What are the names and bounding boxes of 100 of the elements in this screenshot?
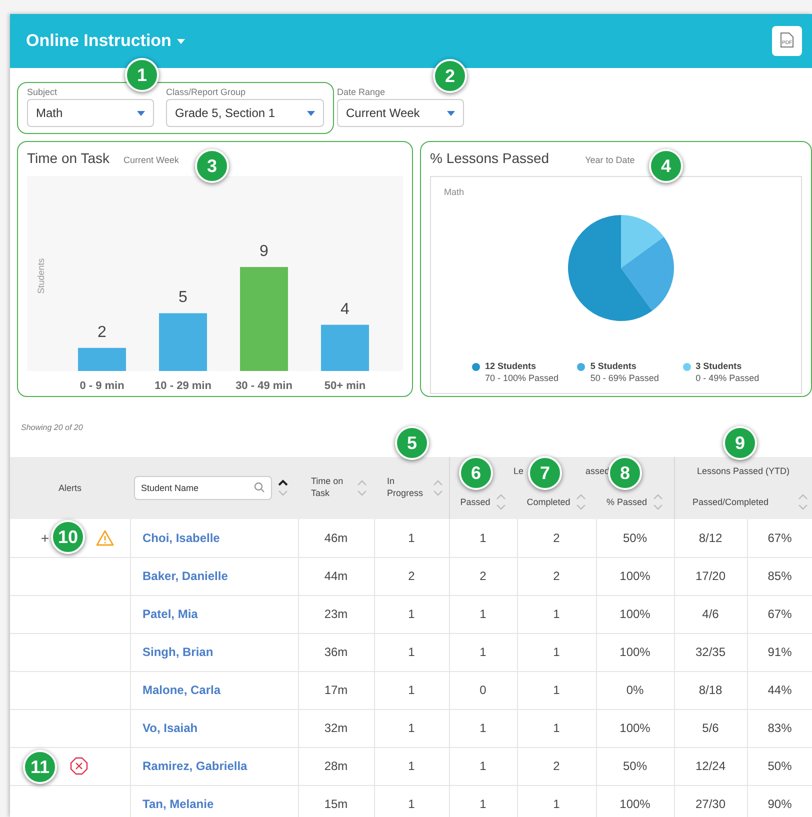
- table-cell: 46m: [324, 530, 348, 545]
- table-cell: 90%: [768, 797, 792, 811]
- table-cell: 91%: [768, 645, 792, 659]
- table-cell: 2: [480, 569, 486, 583]
- search-field[interactable]: Student Name: [134, 476, 272, 500]
- table-cell: 36m: [324, 645, 348, 659]
- table-cell: 85%: [768, 569, 792, 583]
- student-link[interactable]: Patel, Mia: [142, 607, 198, 621]
- sort-icon[interactable]: [278, 479, 288, 497]
- card-title: Time on Task: [27, 150, 110, 166]
- table-cell: 17m: [324, 683, 348, 697]
- category-label: 0 - 9 min: [80, 380, 124, 392]
- table-cell: 44m: [324, 569, 348, 583]
- bar: [159, 313, 207, 371]
- table-cell: 50%: [768, 759, 792, 773]
- table-cell: 1: [480, 530, 486, 545]
- table-cell: 67%: [768, 530, 792, 545]
- table-cell: 1: [480, 607, 486, 621]
- table-cell: 0%: [626, 683, 644, 697]
- bar-value: 9: [260, 243, 268, 260]
- table-cell: 1: [553, 607, 560, 621]
- bar-value: 4: [340, 300, 350, 318]
- search-icon[interactable]: [254, 482, 265, 493]
- group-header: Le: [513, 466, 524, 476]
- caret-icon[interactable]: [177, 38, 186, 44]
- column-header: Passed: [460, 497, 490, 507]
- table-cell: 1: [408, 683, 415, 697]
- table-cell: 1: [408, 721, 415, 735]
- table-cell: 1: [480, 721, 486, 735]
- group-header: Lessons Passed (YTD): [697, 466, 790, 476]
- legend-range: 70 - 100% Passed: [485, 373, 559, 383]
- student-link[interactable]: Choi, Isabelle: [142, 530, 220, 545]
- table-cell: 50%: [622, 759, 648, 773]
- student-link[interactable]: Ramirez, Gabriella: [142, 759, 248, 773]
- table-cell: 8/12: [698, 530, 722, 545]
- table-cell: 1: [408, 797, 415, 811]
- result-count: Showing 20 of 20: [21, 423, 83, 432]
- filter-label: Date Range: [337, 87, 386, 97]
- error-icon[interactable]: [70, 757, 88, 775]
- bar: [321, 324, 369, 371]
- table-cell: 2: [553, 569, 560, 583]
- table-cell: 27/30: [696, 797, 726, 811]
- table-cell: 23m: [324, 607, 348, 621]
- table-cell: 1: [553, 645, 560, 659]
- table-cell: 50%: [622, 530, 648, 545]
- table-cell: 28m: [324, 759, 348, 773]
- table-cell: 12/24: [696, 759, 726, 773]
- table-cell: 2: [553, 759, 560, 773]
- table-cell: 4/6: [702, 607, 719, 621]
- category-label: 10 - 29 min: [154, 380, 212, 392]
- table-cell: 100%: [620, 645, 650, 659]
- table-cell: 15m: [324, 797, 348, 811]
- table-cell: 32m: [324, 721, 348, 735]
- student-link[interactable]: Tan, Melanie: [142, 797, 214, 811]
- table-cell: 1: [408, 645, 415, 659]
- table-cell: 8/18: [698, 683, 722, 697]
- table-cell: 1: [553, 797, 560, 811]
- legend-range: 0 - 49% Passed: [696, 373, 760, 383]
- expand-button[interactable]: +: [40, 530, 50, 546]
- table-cell: 0: [480, 683, 486, 697]
- table-cell: 32/35: [696, 645, 726, 659]
- dropdown[interactable]: Math: [27, 99, 154, 127]
- legend-range: 50 - 69% Passed: [590, 373, 659, 383]
- column-header: Completed: [526, 497, 570, 507]
- table-cell: 2: [408, 569, 415, 583]
- caret-icon: [137, 110, 145, 116]
- filter-label: Class/Report Group: [166, 87, 247, 97]
- category-label: 50+ min: [324, 380, 366, 392]
- student-link[interactable]: Singh, Brian: [142, 645, 214, 659]
- table-cell: 5/6: [702, 721, 719, 735]
- table-cell: 1: [480, 797, 486, 811]
- caret-icon: [307, 110, 315, 116]
- table-cell: 44%: [768, 683, 792, 697]
- bar-value: 5: [178, 289, 188, 306]
- card-subtitle: Year to Date: [585, 155, 635, 165]
- caret-icon: [447, 110, 455, 116]
- table-cell: 67%: [768, 607, 792, 621]
- table-cell: 2: [553, 530, 560, 545]
- dropdown[interactable]: Current Week: [337, 99, 464, 127]
- student-link[interactable]: Vo, Isaiah: [142, 721, 198, 735]
- category-label: 30 - 49 min: [236, 380, 292, 392]
- card-title: % Lessons Passed: [430, 150, 550, 166]
- bar: [78, 348, 126, 371]
- table-cell: 1: [408, 530, 415, 545]
- table-cell: 100%: [620, 721, 650, 735]
- bar-value: 2: [98, 324, 106, 341]
- student-link[interactable]: Malone, Carla: [142, 683, 221, 697]
- table-cell: 1: [480, 645, 486, 659]
- filter-label: Subject: [27, 87, 58, 97]
- student-link[interactable]: Baker, Danielle: [142, 569, 228, 583]
- axis-label: Students: [36, 258, 46, 294]
- column-header: Time on Task: [311, 476, 344, 500]
- table-cell: 1: [480, 759, 486, 773]
- warning-icon[interactable]: [96, 530, 114, 546]
- table-cell: 1: [553, 721, 560, 735]
- dropdown[interactable]: Grade 5, Section 1: [166, 99, 324, 127]
- file-icon: [780, 32, 794, 48]
- legend-count: 3 Students: [696, 361, 743, 371]
- table-cell: 1: [408, 607, 415, 621]
- page-title[interactable]: Online Instruction: [26, 31, 172, 51]
